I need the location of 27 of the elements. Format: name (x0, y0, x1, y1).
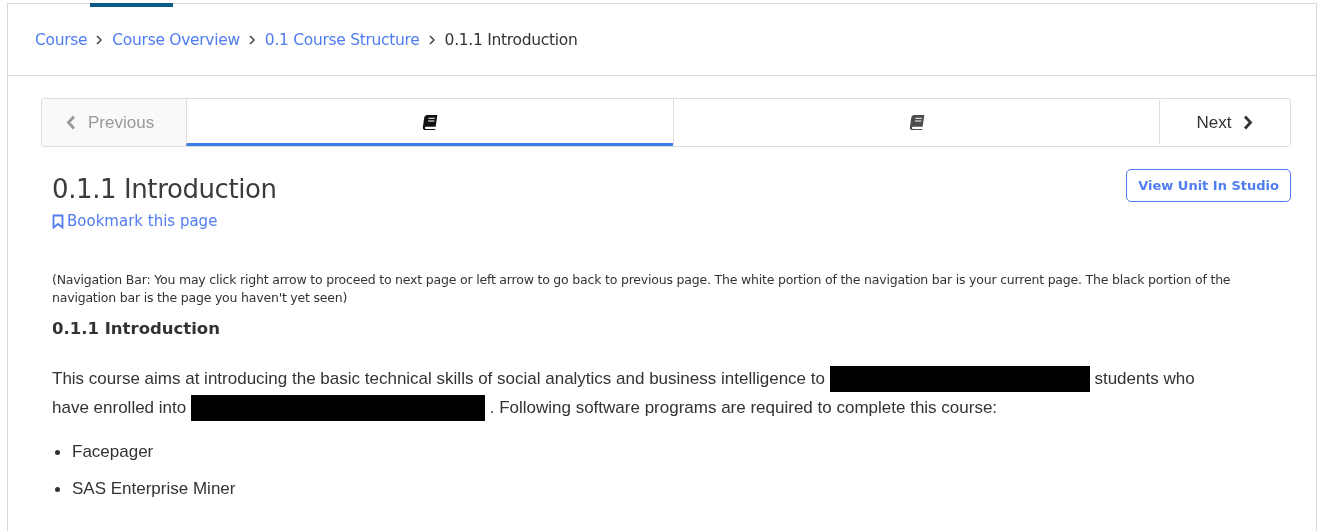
list-item: Facepager (72, 442, 154, 462)
chevron-right-icon (428, 34, 436, 45)
bookmark-link[interactable]: Bookmark this page (52, 212, 218, 230)
book-icon (907, 113, 925, 131)
paragraph-text: students who (1094, 368, 1195, 388)
unit-title: 0.1.1 Introduction (52, 174, 277, 204)
paragraph-text: have enrolled into (52, 397, 187, 417)
breadcrumb-current: 0.1.1 Introduction (444, 30, 578, 49)
paragraph-text: This course aims at introducing the basic technical skills of social analytics and business intelligence to (52, 368, 825, 388)
bullet-icon (55, 486, 60, 492)
breadcrumb-link[interactable]: 0.1 Course Structure (264, 30, 420, 49)
unit-tab[interactable] (186, 99, 673, 146)
bookmark-icon (52, 213, 64, 229)
section-heading: 0.1.1 Introduction (52, 318, 221, 338)
book-icon (421, 113, 439, 131)
paragraph-text: . Following software programs are required to complete this course: (489, 397, 998, 417)
chevron-right-icon (1243, 115, 1254, 130)
breadcrumb-link[interactable]: Course Overview (112, 30, 240, 49)
chevron-left-icon (66, 115, 76, 130)
next-button[interactable]: Next (1159, 99, 1290, 146)
view-in-studio-button[interactable]: View Unit In Studio (1126, 169, 1291, 202)
list-item: SAS Enterprise Miner (72, 479, 236, 499)
chevron-right-icon (96, 34, 104, 45)
breadcrumb-link[interactable]: Course (35, 30, 88, 49)
chevron-right-icon (248, 34, 256, 45)
navigation-note: (Navigation Bar: You may click right arrow to proceed to next page or left arrow to go back to previous page. The white portion of the navigation bar is your current page. The black portion of the navigation bar is the page you haven't yet seen) (52, 270, 1232, 307)
bullet-icon (55, 449, 60, 455)
